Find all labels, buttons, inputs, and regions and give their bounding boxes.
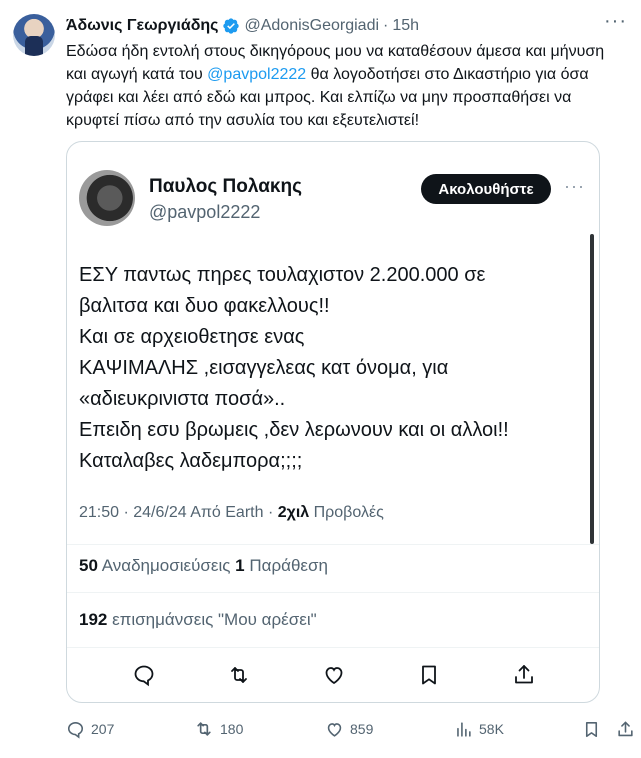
quoted-action-bar xyxy=(67,657,599,693)
author-avatar[interactable] xyxy=(13,14,55,56)
reposts-count[interactable]: 50 xyxy=(79,556,98,575)
retweet-icon[interactable] xyxy=(226,662,252,688)
quoted-text-line: «αδιευκρινιστα ποσά».. xyxy=(79,388,286,410)
retweet-count: 180 xyxy=(220,721,244,737)
retweet-button[interactable]: 180 xyxy=(194,719,243,739)
scrollbar[interactable] xyxy=(590,234,594,544)
quoted-text-line: ΚΑΨΙΜΑΛΗΣ ,εισαγγελεας κατ όνομα, για xyxy=(79,357,449,379)
likes-stats: 192 επισημάνσεις "Μου αρέσει" xyxy=(79,610,317,630)
mention-link[interactable]: @pavpol2222 xyxy=(207,66,306,83)
quoted-text-line: ΕΣΥ παντως πηρες τουλαχιστον 2.200.000 σ… xyxy=(79,264,486,286)
quotes-label[interactable]: Παράθεση xyxy=(245,556,328,575)
reposts-label[interactable]: Αναδημοσιεύσεις xyxy=(98,556,235,575)
share-icon xyxy=(618,721,633,736)
retweet-icon xyxy=(197,722,211,736)
like-icon[interactable] xyxy=(321,662,347,688)
quoted-views-label: Προβολές xyxy=(309,504,384,521)
likes-count[interactable]: 192 xyxy=(79,610,107,629)
follow-button[interactable]: Ακολουθήστε xyxy=(421,174,551,204)
divider xyxy=(67,647,599,648)
like-count: 859 xyxy=(350,721,374,737)
bookmark-icon xyxy=(585,721,598,737)
quoted-text-line: Επειδη εσυ βρωμεις ,δεν λερωνουν και οι … xyxy=(79,419,509,441)
tweet[interactable]: Άδωνις Γεωργιάδης @AdonisGeorgiadi · 15h… xyxy=(0,0,641,758)
tweet-timestamp[interactable]: 15h xyxy=(392,17,419,35)
reply-count: 207 xyxy=(91,721,115,737)
views-button[interactable]: 58K xyxy=(454,720,504,739)
quoted-author-handle[interactable]: @pavpol2222 xyxy=(149,202,260,223)
views-icon xyxy=(457,721,471,737)
bookmark-icon[interactable] xyxy=(416,662,442,688)
reposts-quotes-stats: 50 Αναδημοσιεύσεις 1 Παράθεση xyxy=(79,556,328,576)
share-icon[interactable] xyxy=(511,662,537,688)
quoted-tweet-text: ΕΣΥ παντως πηρες τουλαχιστον 2.200.000 σ… xyxy=(79,260,589,477)
quoted-timestamp-source[interactable]: 21:50 · 24/6/24 Από Earth · xyxy=(79,504,278,521)
divider xyxy=(67,592,599,593)
quoted-more-options-icon[interactable]: ··· xyxy=(564,176,585,197)
quotes-count[interactable]: 1 xyxy=(235,556,244,575)
more-options-icon[interactable]: ··· xyxy=(604,10,627,33)
quoted-text-line: Καταλαβες λαδεμπορα;;;; xyxy=(79,450,303,472)
author-display-name[interactable]: Άδωνις Γεωργιάδης xyxy=(66,17,218,35)
reply-button[interactable]: 207 xyxy=(66,720,114,739)
divider xyxy=(67,544,599,545)
bookmark-button[interactable] xyxy=(582,720,601,739)
quoted-views-count: 2χιλ xyxy=(277,504,310,521)
verified-badge-icon[interactable] xyxy=(222,17,240,35)
like-icon xyxy=(327,722,342,737)
tweet-action-bar: 207 180 859 58K xyxy=(66,716,636,742)
share-button[interactable] xyxy=(616,720,635,739)
views-count: 58K xyxy=(479,721,504,737)
quoted-text-line: Και σε αρχειοθετησε ενας xyxy=(79,326,305,348)
reply-icon xyxy=(67,721,84,739)
like-button[interactable]: 859 xyxy=(325,720,373,739)
tweet-header: Άδωνις Γεωργιάδης @AdonisGeorgiadi · 15h xyxy=(66,15,419,37)
quoted-author-avatar[interactable] xyxy=(79,170,135,226)
quoted-tweet[interactable]: Παυλος Πολακης @pavpol2222 Ακολουθήστε ·… xyxy=(66,141,600,703)
tweet-text: Εδώσα ήδη εντολή στους δικηγόρους μου να… xyxy=(66,40,626,132)
separator-dot: · xyxy=(383,17,389,34)
likes-label[interactable]: επισημάνσεις "Μου αρέσει" xyxy=(107,610,317,629)
quoted-text-line: βαλιτσα και δυο φακελλους!! xyxy=(79,295,330,317)
author-handle[interactable]: @AdonisGeorgiadi xyxy=(244,17,379,35)
quoted-tweet-meta: 21:50 · 24/6/24 Από Earth · 2χιλ Προβολέ… xyxy=(79,504,384,522)
reply-icon[interactable] xyxy=(131,662,157,688)
quoted-author-name[interactable]: Παυλος Πολακης xyxy=(149,176,302,198)
